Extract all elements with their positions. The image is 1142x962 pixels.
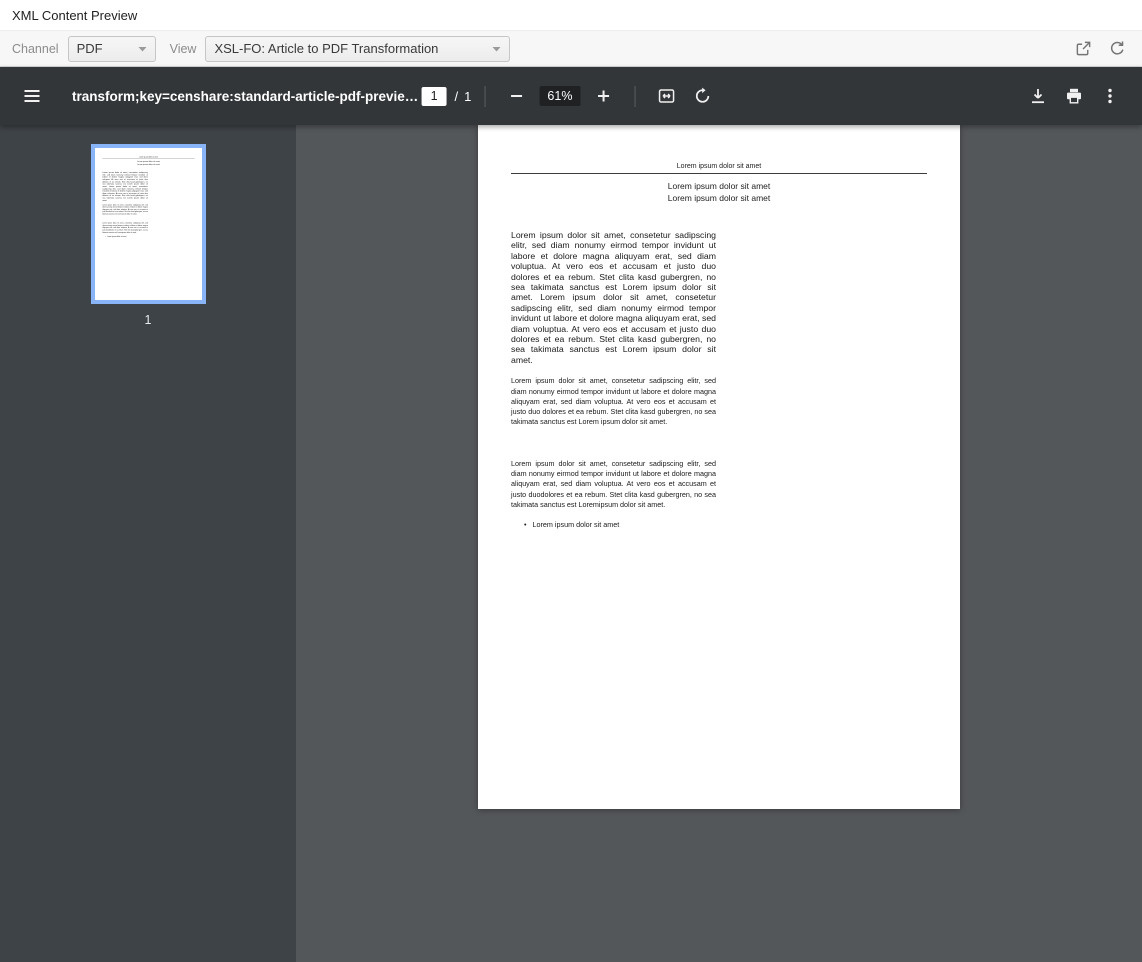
doc-title-line1: Lorem ipsum dolor sit amet xyxy=(478,180,960,192)
channel-label: Channel xyxy=(12,42,59,56)
plus-icon xyxy=(596,89,610,103)
download-button[interactable] xyxy=(1020,78,1056,114)
bullet-icon: • xyxy=(524,520,527,529)
rotate-icon xyxy=(693,87,711,105)
doc-running-head: Lorem ipsum dolor sit amet xyxy=(478,163,960,170)
print-icon xyxy=(1065,87,1083,105)
sidebar-toggle-button[interactable] xyxy=(14,78,50,114)
document-filename: transform;key=censhare:standard-article-… xyxy=(72,89,418,104)
page-thumbnail-clip: Lorem ipsum dolor sit amet Lorem ipsum d… xyxy=(95,148,202,300)
page-count-total: 1 xyxy=(464,89,471,104)
toolbar-divider xyxy=(484,86,485,107)
open-in-new-icon xyxy=(1075,40,1092,57)
zoom-level-display: 61% xyxy=(539,86,580,106)
pdf-viewport: Lorem ipsum dolor sit amet Lorem ipsum d… xyxy=(296,125,1142,962)
pdf-toolbar: transform;key=censhare:standard-article-… xyxy=(0,67,1142,125)
doc-paragraph: Lorem ipsum dolor sit amet, consetetur s… xyxy=(511,376,716,427)
doc-paragraph: Lorem ipsum dolor sit amet, consetetur s… xyxy=(511,459,716,510)
rotate-button[interactable] xyxy=(684,78,720,114)
menu-icon xyxy=(23,87,41,105)
pdf-toolbar-right xyxy=(1020,78,1128,114)
page-title: XML Content Preview xyxy=(12,8,137,23)
pdf-toolbar-center: 1 / 1 61% xyxy=(422,78,721,114)
bullet-icon: • xyxy=(105,236,106,238)
channel-select-value: PDF xyxy=(77,41,103,56)
view-label: View xyxy=(170,42,197,56)
page-number-input[interactable]: 1 xyxy=(422,87,447,106)
more-vert-icon xyxy=(1101,87,1119,105)
doc-paragraph: Lorem ipsum dolor sit amet, consetetur s… xyxy=(102,204,148,215)
refresh-button[interactable] xyxy=(1104,36,1130,62)
zoom-out-button[interactable] xyxy=(498,78,534,114)
doc-bullet-item: • Lorem ipsum dolor sit amet xyxy=(105,236,148,238)
more-options-button[interactable] xyxy=(1092,78,1128,114)
app-header: XML Content Preview xyxy=(0,0,1142,30)
minus-icon xyxy=(509,89,523,103)
fit-to-page-icon xyxy=(657,87,675,105)
doc-bullet-text: Lorem ipsum dolor sit amet xyxy=(533,520,620,529)
thumbnail-sidebar: Lorem ipsum dolor sit amet Lorem ipsum d… xyxy=(0,125,296,962)
thumbnail-page-number: 1 xyxy=(145,313,152,327)
doc-paragraph: Lorem ipsum dolor sit amet, consetetur s… xyxy=(102,222,148,233)
pdf-page: Lorem ipsum dolor sit amet Lorem ipsum d… xyxy=(478,125,960,809)
doc-bullet-text: Lorem ipsum dolor sit amet xyxy=(107,236,126,238)
doc-title-line2: Lorem ipsum dolor sit amet xyxy=(478,192,960,204)
view-select-value: XSL-FO: Article to PDF Transformation xyxy=(214,41,438,56)
doc-paragraph: Lorem ipsum dolor sit amet, consetetur s… xyxy=(102,171,148,201)
channel-bar: Channel PDF View XSL-FO: Article to PDF … xyxy=(0,30,1142,67)
page-count-separator: / xyxy=(455,89,459,104)
pdf-viewer: Lorem ipsum dolor sit amet Lorem ipsum d… xyxy=(0,125,1142,962)
channel-select[interactable]: PDF xyxy=(68,36,156,62)
refresh-icon xyxy=(1109,40,1126,57)
page-thumbnail[interactable]: Lorem ipsum dolor sit amet Lorem ipsum d… xyxy=(91,144,206,304)
open-in-new-button[interactable] xyxy=(1070,36,1096,62)
chevron-down-icon xyxy=(138,46,147,52)
print-button[interactable] xyxy=(1056,78,1092,114)
toolbar-divider xyxy=(634,86,635,107)
pdf-page-mini: Lorem ipsum dolor sit amet Lorem ipsum d… xyxy=(95,148,202,300)
app-window: XML Content Preview Channel PDF View XSL… xyxy=(0,0,1142,962)
view-select[interactable]: XSL-FO: Article to PDF Transformation xyxy=(205,36,510,62)
doc-rule xyxy=(511,173,927,174)
zoom-in-button[interactable] xyxy=(585,78,621,114)
doc-bullet-item: • Lorem ipsum dolor sit amet xyxy=(524,520,716,529)
chevron-down-icon xyxy=(492,46,501,52)
doc-paragraph: Lorem ipsum dolor sit amet, consetetur s… xyxy=(511,230,716,365)
download-icon xyxy=(1029,87,1047,105)
doc-title-line2: Lorem ipsum dolor sit amet xyxy=(95,163,202,166)
fit-to-page-button[interactable] xyxy=(648,78,684,114)
